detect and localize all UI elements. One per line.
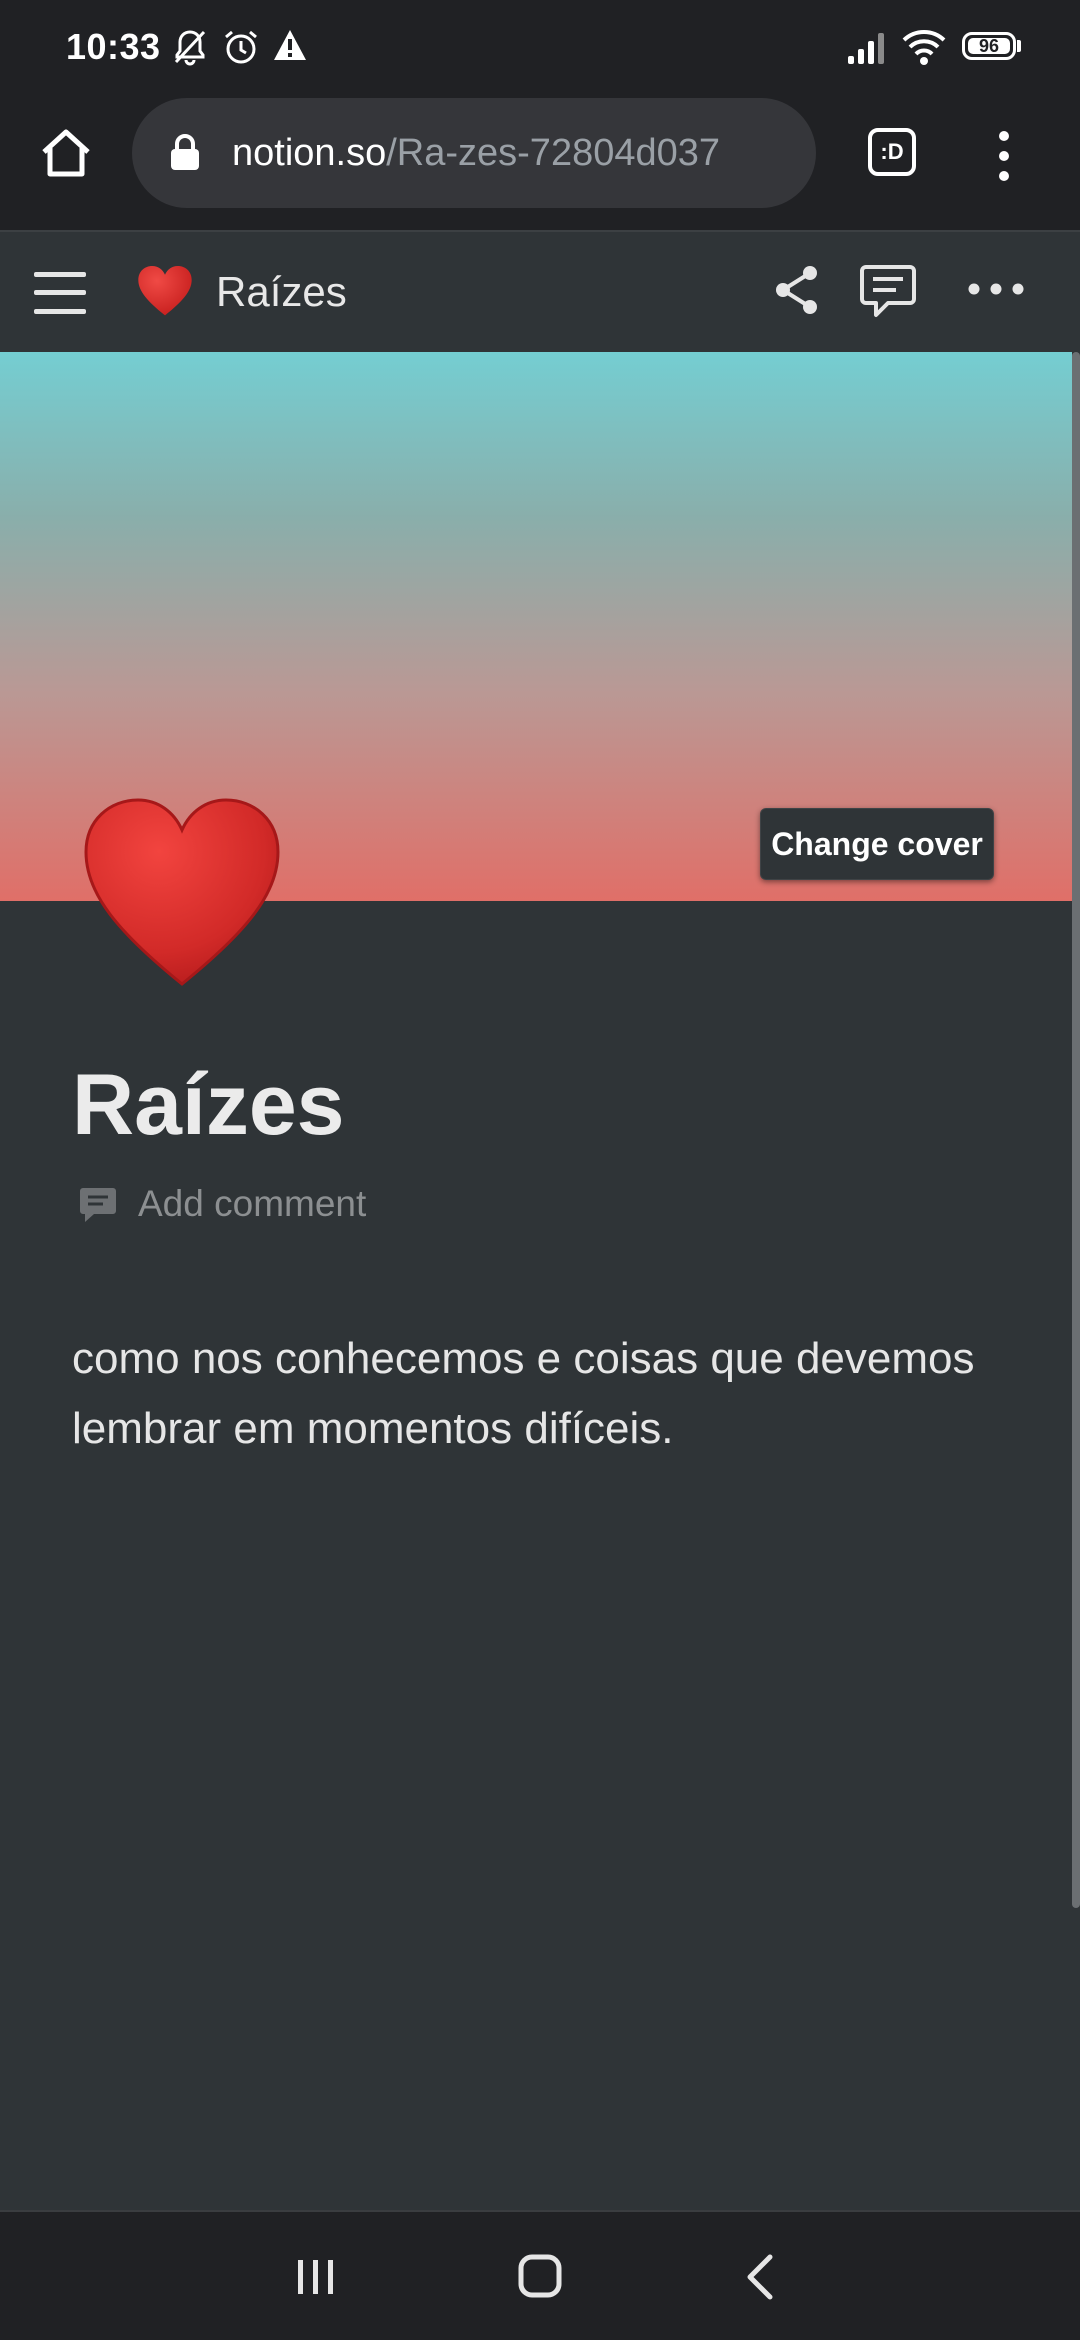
home-icon [42, 129, 90, 177]
page-title[interactable]: Raízes [72, 1050, 345, 1160]
alarm-icon [222, 28, 260, 71]
sidebar-menu-button[interactable] [34, 270, 86, 321]
change-cover-button[interactable]: Change cover [760, 808, 994, 880]
battery-nub [1017, 40, 1021, 52]
address-bar[interactable]: notion.so/Ra-zes-72804d037 [132, 98, 816, 208]
browser-menu-button[interactable] [984, 126, 1024, 186]
topbar-page-icon[interactable] [136, 264, 194, 323]
recent-apps-button[interactable] [296, 2258, 336, 2301]
system-home-button[interactable] [518, 2254, 562, 2303]
recents-icon [298, 2260, 333, 2294]
system-nav-bar [0, 2212, 1080, 2340]
warning-icon [272, 28, 308, 67]
comments-button[interactable] [858, 262, 918, 327]
heart-icon [84, 798, 280, 986]
more-vertical-icon [999, 131, 1009, 181]
page-body-text[interactable]: como nos conhecemos e coisas que devemos… [72, 1324, 1032, 1464]
signal-icon [846, 30, 886, 71]
heart-icon [138, 266, 192, 316]
mute-bell-icon [172, 28, 208, 71]
more-horizontal-icon [968, 283, 1024, 295]
comment-icon [78, 1186, 118, 1229]
back-chevron-icon [747, 2254, 773, 2300]
url-domain: notion.so [232, 132, 387, 174]
page-icon[interactable] [82, 796, 282, 988]
browser-toolbar: notion.so/Ra-zes-72804d037 :D [0, 96, 1080, 230]
topbar-page-title[interactable]: Raízes [216, 264, 347, 320]
home-square-icon [518, 2254, 562, 2298]
add-comment-label: Add comment [138, 1183, 367, 1224]
scrollbar-thumb[interactable] [1072, 352, 1080, 1908]
share-button[interactable] [774, 264, 820, 321]
wifi-icon [902, 28, 946, 71]
lock-icon [170, 133, 200, 176]
notion-topbar: Raízes [0, 232, 1080, 352]
status-time: 10:33 [66, 26, 161, 67]
share-icon [776, 266, 817, 314]
status-bar: 10:33 96 [0, 0, 1080, 96]
browser-home-button[interactable] [36, 124, 96, 184]
url-path: /Ra-zes-72804d037 [386, 132, 721, 174]
battery-level: 96 [978, 36, 1000, 56]
tab-switcher-button[interactable]: :D [868, 128, 916, 176]
hamburger-icon [34, 272, 86, 314]
comment-icon [860, 265, 916, 317]
battery-icon: 96 [962, 32, 1016, 60]
page-more-button[interactable] [966, 280, 1026, 303]
system-back-button[interactable] [744, 2254, 776, 2305]
url-text: notion.so/Ra-zes-72804d037 [232, 128, 802, 178]
